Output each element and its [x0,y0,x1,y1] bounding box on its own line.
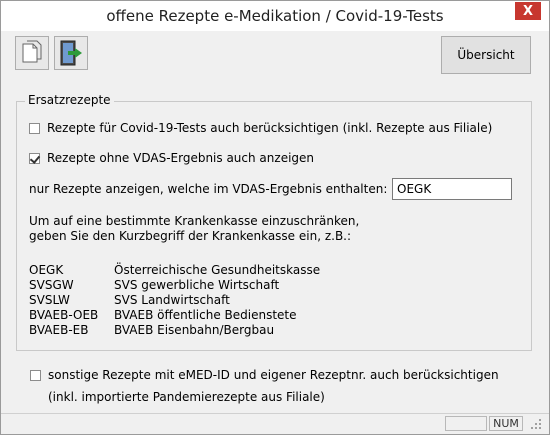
list-item: BVAEB-OEB BVAEB öffentliche Bedienstete [29,308,320,323]
resize-grip[interactable] [525,416,547,431]
exit-icon [60,40,82,66]
insurance-code: SVSLW [29,293,70,307]
insurance-code: SVSGW [29,278,74,292]
insurance-code-list: OEGK Österreichische Gesundheitskasse SVS… [29,263,320,338]
list-item: OEGK Österreichische Gesundheitskasse [29,263,320,278]
other-recipes-checkbox-label: sonstige Rezepte mit eMED-ID und eigener… [48,368,499,382]
insurance-code: OEGK [29,263,64,277]
covid-checkbox-label: Rezepte für Covid-19-Tests auch berücksi… [47,121,493,135]
window-title: offene Rezepte e-Medikation / Covid-19-T… [106,7,444,25]
insurance-name: Österreichische Gesundheitskasse [114,263,321,277]
num-lock-indicator: NUM [489,416,523,431]
insurance-name: SVS Landwirtschaft [114,293,230,307]
other-recipes-sublabel: (inkl. importierte Pandemierezepte aus F… [48,390,325,404]
resize-grip-icon [531,418,541,429]
list-item: SVSGW SVS gewerbliche Wirtschaft [29,278,320,293]
toolbar: Übersicht [1,31,549,81]
vdas-checkbox-label: Rezepte ohne VDAS-Ergebnis auch anzeigen [47,151,315,165]
copy-icon [22,40,42,63]
other-recipes-checkbox-row[interactable]: sonstige Rezepte mit eMED-ID und eigener… [30,368,499,382]
insurance-name: BVAEB Eisenbahn/Bergbau [114,323,275,337]
covid-checkbox-row[interactable]: Rezepte für Covid-19-Tests auch berücksi… [29,121,492,135]
insurance-name: SVS gewerbliche Wirtschaft [114,278,280,292]
other-recipes-checkbox[interactable] [30,369,41,381]
dialog-window: offene Rezepte e-Medikation / Covid-19-T… [0,0,550,435]
copy-button[interactable] [15,36,49,70]
vdas-checkbox-row[interactable]: Rezepte ohne VDAS-Ergebnis auch anzeigen [29,151,314,165]
vdas-filter-input[interactable] [392,178,512,200]
hint-line-1: Um auf eine bestimmte Krankenkasse einzu… [29,214,360,228]
vdas-checkbox[interactable] [29,152,40,164]
insurance-code: BVAEB-OEB [29,308,99,322]
title-bar: offene Rezepte e-Medikation / Covid-19-T… [1,1,549,31]
hint-line-2: geben Sie den Kurzbegriff der Krankenkas… [29,229,352,243]
insurance-name: BVAEB öffentliche Bedienstete [114,308,297,322]
status-bar: NUM [1,413,549,434]
ersatzrezepte-group: Ersatzrezepte Rezepte für Covid-19-Tests… [16,93,532,351]
list-item: BVAEB-EB BVAEB Eisenbahn/Bergbau [29,323,320,338]
group-legend: Ersatzrezepte [25,93,114,107]
filter-label: nur Rezepte anzeigen, welche im VDAS-Erg… [29,182,388,196]
covid-checkbox[interactable] [29,122,40,134]
overview-button[interactable]: Übersicht [441,36,531,74]
close-button[interactable]: X [515,2,541,20]
insurance-code: BVAEB-EB [29,323,89,337]
exit-button[interactable] [54,36,88,70]
list-item: SVSLW SVS Landwirtschaft [29,293,320,308]
status-pane-empty [445,416,487,431]
